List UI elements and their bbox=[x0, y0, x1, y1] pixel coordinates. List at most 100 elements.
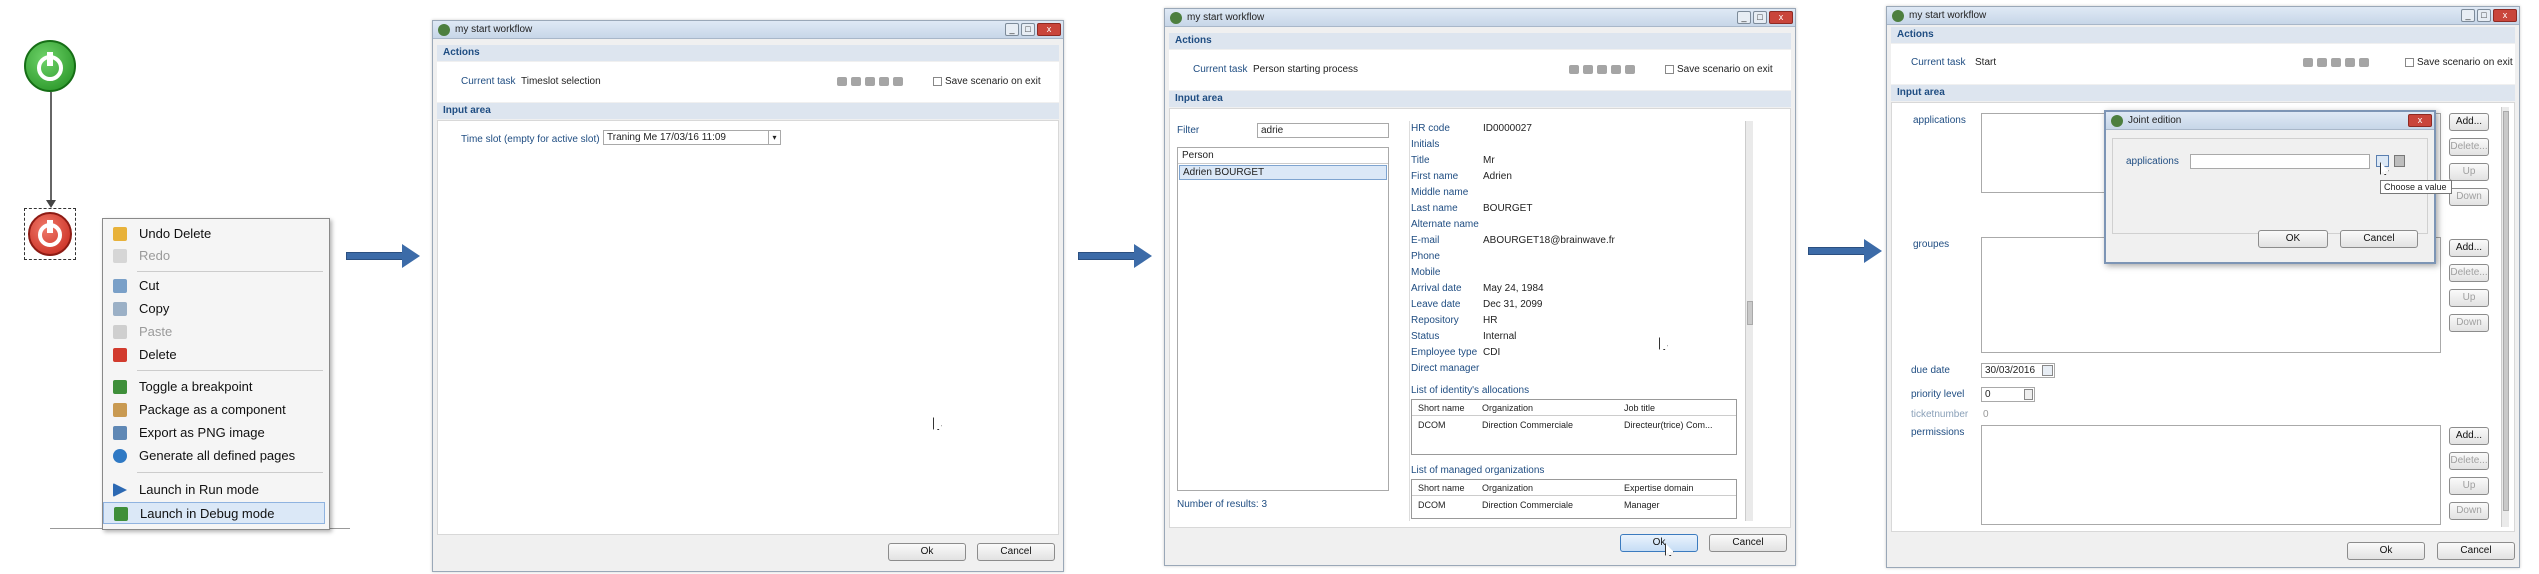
toolbar-icon[interactable] bbox=[1569, 65, 1579, 74]
permissions-list[interactable] bbox=[1981, 425, 2441, 525]
detail-label: Repository bbox=[1411, 315, 1459, 326]
toolbar-icon[interactable] bbox=[1597, 65, 1607, 74]
detail-row: Repository HR bbox=[1411, 315, 1741, 331]
due-date-input[interactable]: 30/03/2016 bbox=[1981, 363, 2055, 378]
menu-item-package-component[interactable]: Package as a component bbox=[103, 399, 325, 421]
applications-down-button[interactable]: Down bbox=[2449, 188, 2489, 206]
close-button[interactable]: x bbox=[1037, 23, 1061, 36]
groupes-label: groupes bbox=[1913, 239, 1950, 250]
minimize-button[interactable]: _ bbox=[2461, 9, 2475, 22]
person-list-header: Person bbox=[1178, 148, 1388, 164]
input-area-header: Input area bbox=[1891, 85, 2515, 101]
maximize-button[interactable]: □ bbox=[2477, 9, 2491, 22]
menu-item-generate-pages[interactable]: Generate all defined pages bbox=[103, 445, 325, 467]
table-cell: Direction Commerciale bbox=[1482, 500, 1574, 510]
toolbar-icon[interactable] bbox=[837, 77, 847, 86]
start-node-icon[interactable] bbox=[24, 40, 76, 92]
person-list-item[interactable]: Adrien BOURGET bbox=[1179, 165, 1387, 180]
groupes-up-button[interactable]: Up bbox=[2449, 289, 2489, 307]
close-button[interactable]: x bbox=[1769, 11, 1793, 24]
menu-item-export-png[interactable]: Export as PNG image bbox=[103, 422, 325, 444]
cancel-button[interactable]: Cancel bbox=[977, 543, 1055, 561]
groupes-down-button[interactable]: Down bbox=[2449, 314, 2489, 332]
dialog-applications-input[interactable] bbox=[2190, 154, 2370, 169]
permissions-add-button[interactable]: Add... bbox=[2449, 427, 2489, 445]
detail-row: Mobile bbox=[1411, 267, 1741, 283]
toolbar-icon[interactable] bbox=[865, 77, 875, 86]
dialog-cancel-button[interactable]: Cancel bbox=[2340, 230, 2418, 248]
joint-edition-dialog: Joint edition x applications Choose a va… bbox=[2104, 110, 2452, 264]
current-task-label: Current task bbox=[1911, 57, 1966, 68]
permissions-up-button[interactable]: Up bbox=[2449, 477, 2489, 495]
toolbar-icon[interactable] bbox=[1611, 65, 1621, 74]
minimize-button[interactable]: _ bbox=[1005, 23, 1019, 36]
maximize-button[interactable]: □ bbox=[1021, 23, 1035, 36]
minimize-button[interactable]: _ bbox=[1737, 11, 1751, 24]
app-icon bbox=[438, 24, 450, 36]
dialog-ok-button[interactable]: OK bbox=[2258, 230, 2328, 248]
applications-up-button[interactable]: Up bbox=[2449, 163, 2489, 181]
cancel-button[interactable]: Cancel bbox=[1709, 534, 1787, 552]
close-button[interactable]: x bbox=[2493, 9, 2517, 22]
managed-orgs-table[interactable]: Short name Organization Expertise domain… bbox=[1411, 479, 1737, 519]
priority-stepper[interactable]: 0 bbox=[1981, 387, 2035, 402]
ticketnumber-value: 0 bbox=[1983, 409, 1989, 420]
current-task-label: Current task bbox=[461, 76, 516, 87]
toolbar-icon[interactable] bbox=[2345, 58, 2355, 67]
toolbar-icon[interactable] bbox=[2317, 58, 2327, 67]
detail-value: HR bbox=[1483, 315, 1498, 326]
allocations-table[interactable]: Short name Organization Job title DCOM D… bbox=[1411, 399, 1737, 455]
toolbar-icon[interactable] bbox=[879, 77, 889, 86]
toolbar-icon[interactable] bbox=[1625, 65, 1635, 74]
ok-button[interactable]: Ok bbox=[888, 543, 966, 561]
permissions-down-button[interactable]: Down bbox=[2449, 502, 2489, 520]
toolbar-icon[interactable] bbox=[2303, 58, 2313, 67]
menu-item-launch-debug[interactable]: Launch in Debug mode bbox=[103, 502, 325, 524]
groupes-delete-button[interactable]: Delete... bbox=[2449, 264, 2489, 282]
menu-item-delete[interactable]: Delete bbox=[103, 344, 325, 366]
workflow-window-start: my start workflow _ □ x Actions Current … bbox=[1886, 6, 2520, 568]
save-scenario-checkbox[interactable] bbox=[933, 77, 942, 86]
groupes-add-button[interactable]: Add... bbox=[2449, 239, 2489, 257]
detail-value: May 24, 1984 bbox=[1483, 283, 1544, 294]
applications-add-button[interactable]: Add... bbox=[2449, 113, 2489, 131]
maximize-button[interactable]: □ bbox=[1753, 11, 1767, 24]
menu-item-undo-delete[interactable]: Undo Delete bbox=[103, 223, 325, 245]
chevron-down-icon: ▾ bbox=[768, 131, 780, 144]
trash-icon[interactable] bbox=[2394, 155, 2405, 167]
person-list[interactable]: Person Adrien BOURGET bbox=[1177, 147, 1389, 491]
toolbar-icon[interactable] bbox=[2331, 58, 2341, 67]
menu-item-paste[interactable]: Paste bbox=[103, 321, 325, 343]
menu-item-copy[interactable]: Copy bbox=[103, 298, 325, 320]
table-cell: DCOM bbox=[1418, 420, 1446, 430]
copy-icon bbox=[113, 302, 127, 316]
stepper-arrows-icon[interactable] bbox=[2024, 389, 2033, 400]
menu-item-cut[interactable]: Cut bbox=[103, 275, 325, 297]
toolbar-icon[interactable] bbox=[2359, 58, 2369, 67]
image-icon bbox=[113, 426, 127, 440]
toolbar-icon[interactable] bbox=[893, 77, 903, 86]
end-node-icon[interactable] bbox=[24, 208, 76, 260]
timeslot-select[interactable]: Traning Me 17/03/16 11:09 ▾ bbox=[603, 130, 781, 145]
permissions-delete-button[interactable]: Delete... bbox=[2449, 452, 2489, 470]
cancel-button[interactable]: Cancel bbox=[2437, 542, 2515, 560]
save-scenario-checkbox[interactable] bbox=[2405, 58, 2414, 67]
filter-input[interactable]: adrie bbox=[1257, 123, 1389, 138]
save-scenario-checkbox[interactable] bbox=[1665, 65, 1674, 74]
filter-label: Filter bbox=[1177, 125, 1200, 136]
ok-button[interactable]: Ok bbox=[1620, 534, 1698, 552]
column-header: Job title bbox=[1624, 403, 1656, 413]
detail-row: E-mail ABOURGET18@brainwave.fr bbox=[1411, 235, 1741, 251]
applications-delete-button[interactable]: Delete... bbox=[2449, 138, 2489, 156]
menu-item-toggle-breakpoint[interactable]: Toggle a breakpoint bbox=[103, 376, 325, 398]
toolbar-icon[interactable] bbox=[851, 77, 861, 86]
calendar-icon[interactable] bbox=[2042, 365, 2053, 376]
ok-button[interactable]: Ok bbox=[2347, 542, 2425, 560]
toolbar-icon[interactable] bbox=[1583, 65, 1593, 74]
menu-item-launch-run[interactable]: Launch in Run mode bbox=[103, 479, 325, 501]
menu-item-redo[interactable]: Redo bbox=[103, 245, 325, 267]
detail-row: Alternate name bbox=[1411, 219, 1741, 235]
input-scrollbar[interactable] bbox=[2501, 107, 2509, 527]
dialog-close-button[interactable]: x bbox=[2408, 114, 2432, 127]
details-scrollbar[interactable] bbox=[1745, 121, 1753, 521]
